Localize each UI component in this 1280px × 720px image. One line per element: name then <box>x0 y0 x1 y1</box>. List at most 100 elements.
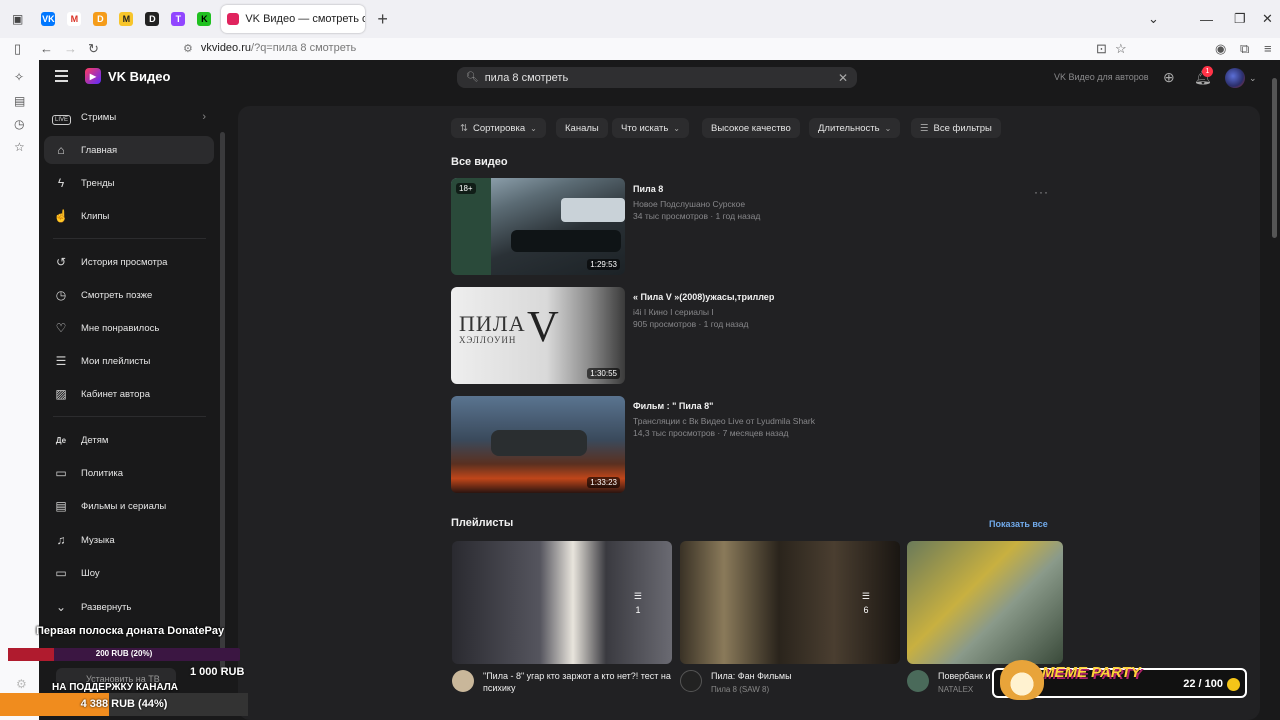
lightning-icon: ϟ <box>57 176 65 190</box>
sidebar-item-expand[interactable]: ⌄ Развернуть <box>44 593 214 621</box>
playlist-thumbnail[interactable]: ☰ 6 <box>680 541 900 664</box>
sidebar-item-history[interactable]: ↺ История просмотра <box>44 248 214 276</box>
sidebar-item-label: Кабинет автора <box>81 388 150 400</box>
filters-icon: ☰ <box>920 122 929 134</box>
twitch-pinned-tab[interactable]: T <box>171 12 186 26</box>
playlist-icon: ☰ <box>861 591 870 601</box>
all-filters-button[interactable]: ☰ Все фильтры <box>911 118 1001 138</box>
sidebar-item-author-cabinet[interactable]: ▨ Кабинет автора <box>44 380 214 408</box>
playlist-subtitle[interactable]: NATALEX <box>938 685 973 694</box>
donate-title: Первая полоска доната DonatePay <box>36 625 225 637</box>
authors-link[interactable]: VK Видео для авторов <box>1054 72 1149 82</box>
channels-filter-button[interactable]: Каналы <box>556 118 608 138</box>
close-window-icon[interactable]: ✕ <box>1262 0 1273 38</box>
sidebar-item-trends[interactable]: ϟ Тренды <box>44 169 214 197</box>
clear-search-icon[interactable]: ✕ <box>838 71 848 85</box>
video-thumbnail[interactable]: 1:33:23 <box>451 396 625 493</box>
more-options-icon[interactable]: ··· <box>1034 185 1049 199</box>
video-channel[interactable]: Трансляции с Вк Видео Live от Lyudmila S… <box>633 416 815 426</box>
playlist-title[interactable]: "Пила - 8" угар кто заржот а кто нет?! т… <box>483 670 673 694</box>
playlist-thumbnail[interactable] <box>907 541 1063 664</box>
playlist-title[interactable]: Повербанк и <box>938 670 991 682</box>
app-menu-icon[interactable]: ≡ <box>1264 41 1272 56</box>
upload-plus-icon[interactable]: ⊕ <box>1163 69 1175 86</box>
vk-pinned-tab[interactable]: VK <box>41 12 56 26</box>
sidebar-item-watch-later[interactable]: ◷ Смотреть позже <box>44 281 214 309</box>
search-input[interactable]: 🔍︎ пила 8 смотреть ✕ <box>457 67 857 88</box>
synced-tabs-icon[interactable]: ▤ <box>14 94 25 108</box>
hamburger-menu-icon[interactable] <box>55 70 68 82</box>
sidebar-toggle-icon[interactable]: ▯ <box>14 41 21 57</box>
page-scrollbar[interactable] <box>1272 78 1277 238</box>
bookmarks-panel-icon[interactable]: ☆ <box>14 140 25 154</box>
video-title[interactable]: « Пила V »(2008)ужасы,триллер <box>633 292 774 302</box>
tab-overflow-chevron-icon[interactable]: ⌄ <box>1148 0 1159 38</box>
donate-progress-bar: 200 RUB (20%) <box>8 648 240 661</box>
avatar[interactable] <box>1225 68 1245 88</box>
sidebar-item-home[interactable]: ⌂ Главная <box>44 136 214 164</box>
sort-filter-button[interactable]: ⇅ Сортировка ⌄ <box>451 118 546 138</box>
playlist-thumbnail[interactable]: ☰ 1 <box>452 541 672 664</box>
active-tab[interactable]: VK Видео — смотреть онлайн ✕ <box>221 5 366 33</box>
sidebar-item-films[interactable]: ▤ Фильмы и сериалы <box>44 492 214 520</box>
vk-video-logo[interactable]: ▶ VK Видео <box>85 68 170 84</box>
profile-chevron-icon[interactable]: ⌄ <box>1249 73 1257 84</box>
playlist-title[interactable]: Пила: Фан Фильмы <box>711 670 792 682</box>
duration-filter-button[interactable]: Длительность ⌄ <box>809 118 901 138</box>
site-info-icon[interactable]: ⚙ <box>183 42 193 55</box>
sidebar-item-clips[interactable]: ☝ Клипы <box>44 202 214 230</box>
video-thumbnail[interactable]: 18+ 1:29:53 <box>451 178 625 275</box>
ai-chat-icon[interactable]: ✧ <box>14 70 24 84</box>
gmail-pinned-tab[interactable]: M <box>67 12 82 26</box>
video-thumbnail[interactable]: ПИЛА ХЭЛЛОУИН V 1:30:55 <box>451 287 625 384</box>
video-title[interactable]: Фильм : " Пила 8" <box>633 401 713 411</box>
sidebar-item-label: Мои плейлисты <box>81 355 151 367</box>
video-channel[interactable]: Новое Подслушано Сурское <box>633 199 745 209</box>
avatar[interactable] <box>452 670 474 692</box>
playlist-icon: ☰ <box>55 354 67 368</box>
clapper-icon: ▤ <box>55 499 67 513</box>
address-bar[interactable]: ⚙ vkvideo.ru /?q=пила 8 смотреть <box>183 38 1138 58</box>
avatar[interactable] <box>680 670 702 692</box>
new-tab-icon[interactable]: + <box>377 9 388 30</box>
kick-pinned-tab[interactable]: K <box>197 12 212 26</box>
age-rating-badge: 18+ <box>456 183 476 194</box>
reader-view-icon[interactable]: ⊡ <box>1096 41 1107 57</box>
menu-divider <box>53 238 206 239</box>
meme-party-count: 22 / 100 <box>1183 678 1223 690</box>
sidebar-item-politics[interactable]: ▭ Политика <box>44 459 214 487</box>
restore-window-icon[interactable]: ❐ <box>1234 0 1246 38</box>
what-to-search-filter-button[interactable]: Что искать ⌄ <box>612 118 689 138</box>
support-text: НА ПОДДЕРЖКУ КАНАЛА <box>52 682 179 693</box>
sidebar-item-label: Фильмы и сериалы <box>81 500 167 512</box>
dtf-pinned-tab[interactable]: D <box>145 12 160 26</box>
extensions-icon[interactable]: ⧉ <box>1240 41 1249 57</box>
history-panel-icon[interactable]: ◷ <box>14 117 24 131</box>
avatar[interactable] <box>907 670 929 692</box>
bookmark-star-icon[interactable]: ☆ <box>1115 41 1127 57</box>
tab-list-icon[interactable]: ▣ <box>12 12 23 26</box>
playlist-subtitle[interactable]: Пила 8 (SAW 8) <box>711 685 769 694</box>
account-icon[interactable]: ◉ <box>1215 41 1226 57</box>
back-icon[interactable]: ← <box>40 41 53 56</box>
gear-icon[interactable]: ⚙ <box>16 677 27 691</box>
sidebar-item-liked[interactable]: ♡ Мне понравилось <box>44 314 214 342</box>
thumb-subtitle-text: ХЭЛЛОУИН <box>459 335 517 345</box>
sidebar-item-show[interactable]: ▭ Шоу <box>44 559 214 587</box>
high-quality-filter-button[interactable]: Высокое качество <box>702 118 800 138</box>
video-channel[interactable]: i4i I Кино I сериалы I <box>633 307 714 317</box>
kids-icon: Де <box>55 435 67 445</box>
menu-scrollbar[interactable] <box>220 132 225 672</box>
show-all-link[interactable]: Показать все <box>989 519 1048 529</box>
heart-icon: ♡ <box>55 321 67 335</box>
sidebar-item-music[interactable]: ♫ Музыка <box>44 526 214 554</box>
donationalerts-pinned-tab[interactable]: D <box>93 12 108 26</box>
minimize-window-icon[interactable]: — <box>1200 0 1213 38</box>
forward-icon[interactable]: → <box>64 41 77 56</box>
sidebar-item-streams[interactable]: LIVE Стримы › <box>44 103 214 131</box>
video-title[interactable]: Пила 8 <box>633 184 663 194</box>
sidebar-item-kids[interactable]: Де Детям <box>44 426 214 454</box>
reload-icon[interactable]: ↻ <box>88 41 99 57</box>
miro-pinned-tab[interactable]: M <box>119 12 134 26</box>
sidebar-item-playlists[interactable]: ☰ Мои плейлисты <box>44 347 214 375</box>
